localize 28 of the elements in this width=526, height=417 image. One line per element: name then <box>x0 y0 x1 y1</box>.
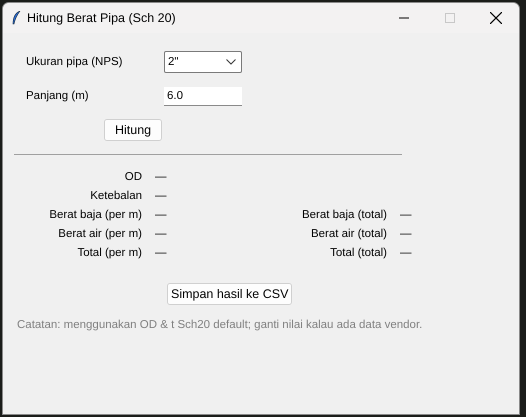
maximize-icon <box>445 13 455 23</box>
result-value: — <box>400 228 412 240</box>
field-label: Ukuran pipa (NPS) <box>26 56 124 68</box>
result-label: Berat air (total) <box>310 228 387 240</box>
result-value: — <box>155 246 166 258</box>
note-text: Catatan: menggunakan OD & t Sch20 default; ganti nilai kalau ada data vendor. <box>17 319 424 331</box>
result-label: Berat air (per m) <box>58 228 142 240</box>
result-label: OD <box>124 170 142 182</box>
result-value: — <box>155 228 166 240</box>
save-csv-button[interactable]: Simpan hasil ke CSV <box>167 283 292 305</box>
result-value: — <box>155 208 166 220</box>
result-label: Berat baja (total) <box>302 208 387 220</box>
field-label: Panjang (m) <box>26 90 90 102</box>
result-value: — <box>155 170 166 182</box>
window-title: Hitung Berat Pipa (Sch 20) <box>27 11 177 25</box>
chevron-down-icon <box>226 59 236 65</box>
result-value: — <box>155 190 166 202</box>
result-value: — <box>400 246 412 258</box>
feather-icon <box>12 11 21 25</box>
result-label: Berat baja (per m) <box>49 208 142 220</box>
result-label: Total (per m) <box>77 246 142 258</box>
calculate-button[interactable]: Hitung <box>104 119 162 141</box>
length-field[interactable]: 6.0 <box>164 86 242 106</box>
result-label: Total (total) <box>330 246 387 258</box>
close-icon <box>490 12 502 24</box>
result-value: — <box>400 208 412 220</box>
result-label: Ketebalan <box>90 190 142 202</box>
size-dropdown[interactable]: 2" <box>164 51 242 73</box>
